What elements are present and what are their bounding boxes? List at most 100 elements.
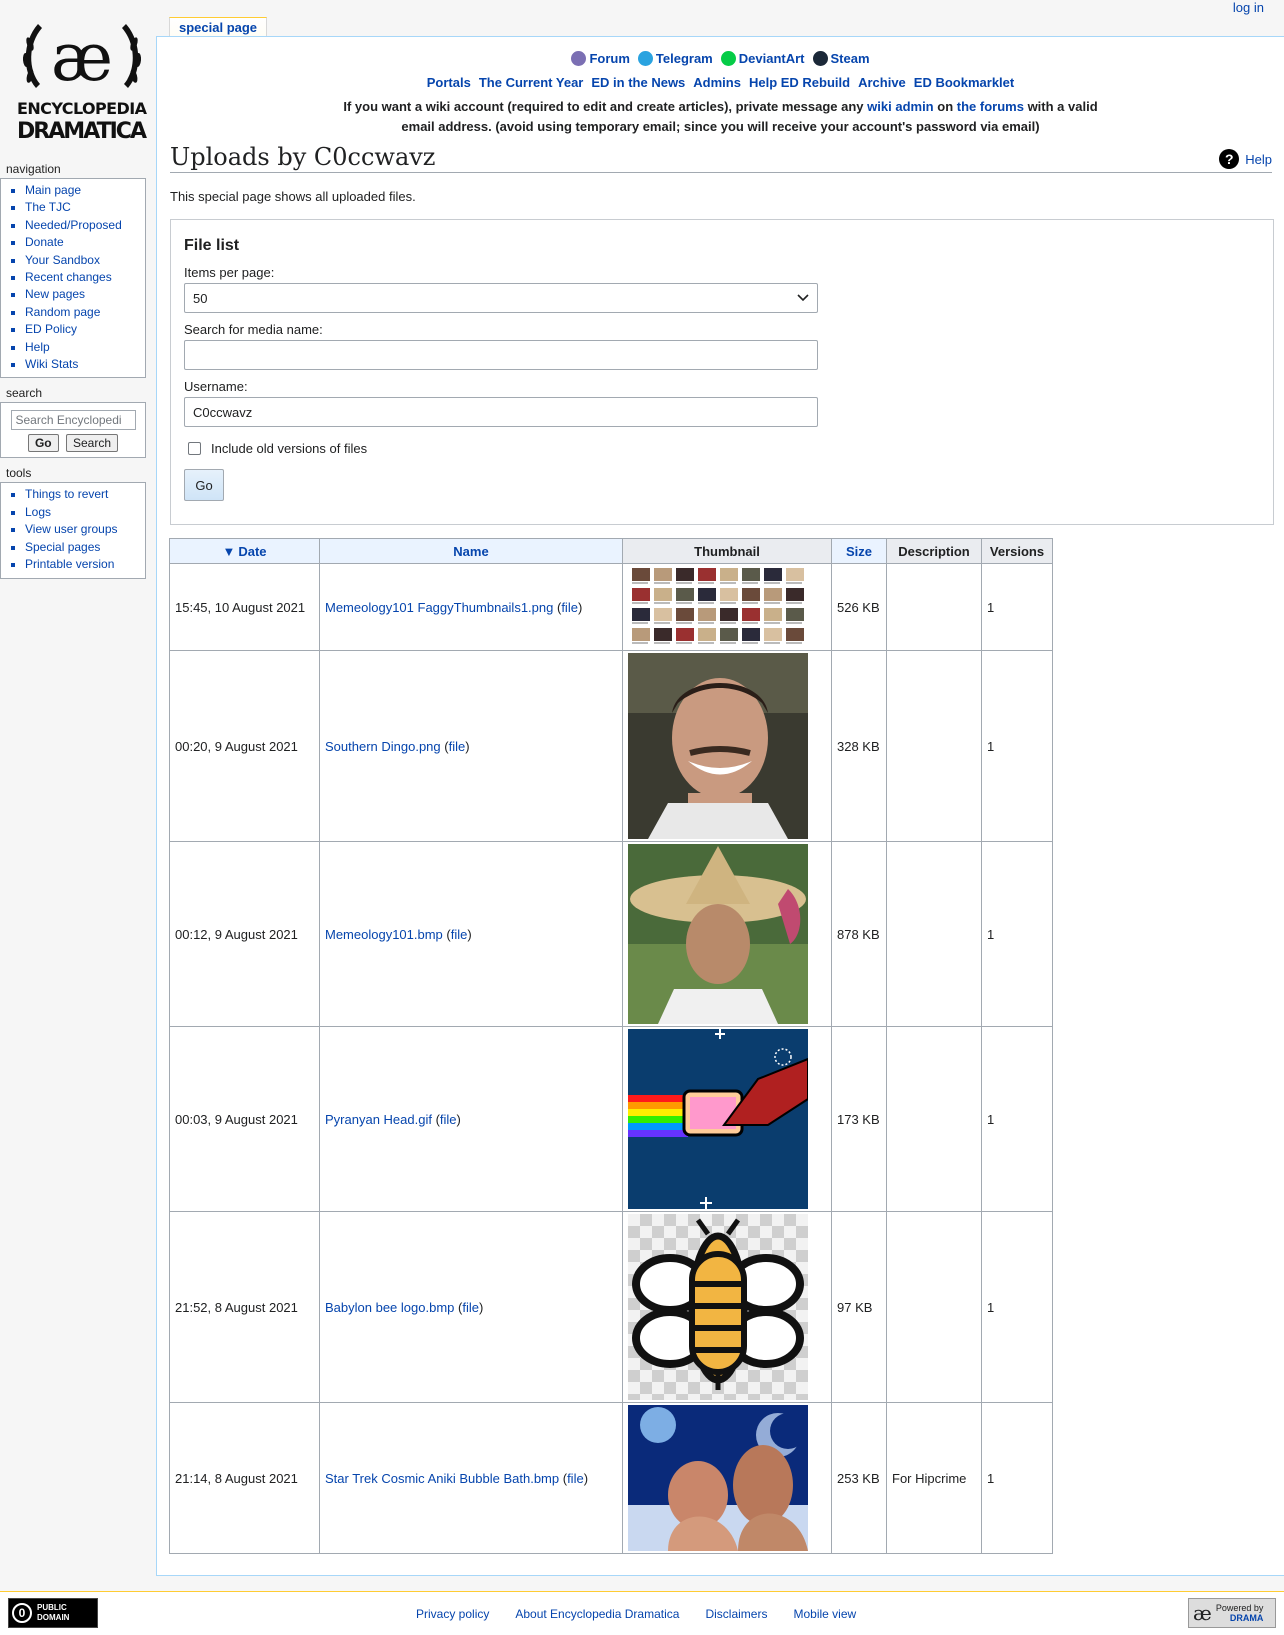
site-link-6[interactable]: ED Bookmarklet	[914, 75, 1014, 90]
form-go-button[interactable]: Go	[184, 469, 224, 501]
nav-item-link[interactable]: Recent changes	[25, 270, 112, 284]
file-name-link[interactable]: Memeology101 FaggyThumbnails1.png	[325, 600, 553, 615]
thumbnail-image[interactable]	[628, 1214, 808, 1400]
cell-description	[886, 841, 982, 1027]
footer-link-3[interactable]: Mobile view	[793, 1607, 856, 1621]
file-link[interactable]: file	[462, 1300, 479, 1315]
cell-thumbnail	[622, 1402, 832, 1554]
footer-link-2[interactable]: Disclaimers	[705, 1607, 767, 1621]
nav-item-link[interactable]: Your Sandbox	[25, 253, 100, 267]
tools-item-link[interactable]: Logs	[25, 505, 51, 519]
file-link[interactable]: file	[567, 1471, 584, 1486]
col-description: Description	[886, 538, 982, 564]
file-link[interactable]: file	[440, 1112, 457, 1127]
cell-description	[886, 563, 982, 651]
wiki-admin-link[interactable]: wiki admin	[867, 99, 933, 114]
search-button[interactable]: Search	[65, 434, 119, 453]
nav-item-link[interactable]: New pages	[25, 287, 85, 301]
thumbnail-image[interactable]	[628, 1029, 808, 1209]
thumbnail-image[interactable]	[628, 844, 808, 1024]
tools-item-link[interactable]: Printable version	[25, 557, 114, 571]
old-versions-option[interactable]: Include old versions of files	[184, 441, 1260, 456]
nav-item-link[interactable]: The TJC	[25, 200, 71, 214]
media-name-input[interactable]	[184, 340, 818, 370]
nav-item-link[interactable]: ED Policy	[25, 322, 77, 336]
cell-description: For Hipcrime	[886, 1402, 982, 1554]
notice-text-2: on	[937, 99, 954, 114]
cell-name: Star Trek Cosmic Aniki Bubble Bath.bmp (…	[319, 1402, 623, 1554]
nav-item-link[interactable]: Wiki Stats	[25, 357, 78, 371]
logo-glyph: æ	[51, 19, 113, 96]
powered-logo-icon: æ	[1193, 1601, 1212, 1625]
help-icon: ?	[1219, 149, 1240, 169]
col-date-label: Date	[238, 543, 267, 559]
file-link[interactable]: file	[449, 739, 466, 754]
thumbnail-image[interactable]	[628, 653, 808, 839]
search-input[interactable]: Search Encyclopedi	[10, 410, 136, 431]
file-name-link[interactable]: Babylon bee logo.bmp	[325, 1300, 454, 1315]
help-label[interactable]: Help	[1245, 152, 1272, 167]
items-per-page-label: Items per page:	[184, 265, 275, 280]
nav-item-link[interactable]: Main page	[25, 183, 81, 197]
search-go-button[interactable]: Go	[27, 434, 59, 453]
nav-title: navigation	[6, 162, 61, 176]
nav-item-link[interactable]: Needed/Proposed	[25, 218, 122, 232]
col-size[interactable]: Size	[831, 538, 887, 564]
tools-item-link[interactable]: View user groups	[25, 522, 118, 536]
login-link[interactable]: log in	[1233, 0, 1264, 15]
col-date[interactable]: ▼ Date	[169, 538, 320, 564]
social-link-2[interactable]: DeviantArt	[720, 51, 805, 66]
tools-item-link[interactable]: Things to revert	[25, 487, 108, 501]
nav-item-link[interactable]: Help	[25, 340, 50, 354]
col-name[interactable]: Name	[319, 538, 623, 564]
footer-link-0[interactable]: Privacy policy	[416, 1607, 489, 1621]
site-link-3[interactable]: Admins	[693, 75, 741, 90]
old-versions-label: Include old versions of files	[211, 441, 368, 456]
file-name-link[interactable]: Star Trek Cosmic Aniki Bubble Bath.bmp	[325, 1471, 559, 1486]
site-link-4[interactable]: Help ED Rebuild	[749, 75, 850, 90]
site-link-2[interactable]: ED in the News	[591, 75, 685, 90]
username-input[interactable]: C0ccwavz	[184, 397, 818, 427]
items-per-page-select[interactable]: 50	[184, 283, 818, 313]
site-logo[interactable]: æ ENCYCLOPEDIA DRAMATICA	[8, 8, 156, 148]
tools-item-link[interactable]: Special pages	[25, 540, 100, 554]
file-name-link[interactable]: Pyranyan Head.gif	[325, 1112, 432, 1127]
nav-item-link[interactable]: Random page	[25, 305, 100, 319]
powered-by-badge[interactable]: æ Powered by DRAMA	[1188, 1598, 1276, 1628]
social-link-3[interactable]: Steam	[812, 51, 870, 66]
footer-links: Privacy policy About Encyclopedia Dramati…	[416, 1607, 882, 1621]
tools-list: Things to revert Logs View user groups Spec…	[11, 486, 145, 573]
cell-versions: 1	[981, 841, 1053, 1027]
tools-item: Logs	[25, 504, 145, 521]
steam-icon	[812, 51, 828, 66]
social-link-0[interactable]: Forum	[571, 51, 630, 66]
forums-link[interactable]: the forums	[957, 99, 1024, 114]
search-portal: search Search Encyclopedi Go Search	[0, 386, 148, 459]
social-link-1[interactable]: Telegram	[637, 51, 713, 66]
public-domain-badge[interactable]: 0 PUBLIC DOMAIN	[8, 1598, 98, 1628]
page-tabs: special page	[169, 17, 268, 38]
thumbnail-image[interactable]	[628, 566, 808, 648]
help-link[interactable]: ? Help	[1219, 149, 1272, 169]
thumbnail-image[interactable]	[628, 1405, 808, 1551]
tab-special-page[interactable]: special page	[169, 17, 268, 38]
site-link-5[interactable]: Archive	[858, 75, 906, 90]
cell-thumbnail	[622, 841, 832, 1027]
cell-name: Babylon bee logo.bmp (file)	[319, 1211, 623, 1403]
footer-link-1[interactable]: About Encyclopedia Dramatica	[515, 1607, 679, 1621]
nav-item: The TJC	[25, 199, 145, 216]
file-name-link[interactable]: Memeology101.bmp	[325, 927, 443, 942]
cell-thumbnail	[622, 1026, 832, 1212]
site-link-0[interactable]: Portals	[427, 75, 471, 90]
cell-description	[886, 1026, 982, 1212]
file-link[interactable]: file	[451, 927, 468, 942]
file-name-link[interactable]: Southern Dingo.png	[325, 739, 441, 754]
nav-item-link[interactable]: Donate	[25, 235, 64, 249]
cell-size: 97 KB	[831, 1211, 887, 1403]
old-versions-checkbox[interactable]	[188, 442, 201, 455]
username-label: Username:	[184, 379, 248, 394]
social-label: Forum	[589, 51, 630, 66]
site-link-1[interactable]: The Current Year	[479, 75, 584, 90]
nav-item: Random page	[25, 304, 145, 321]
file-link[interactable]: file	[561, 600, 578, 615]
